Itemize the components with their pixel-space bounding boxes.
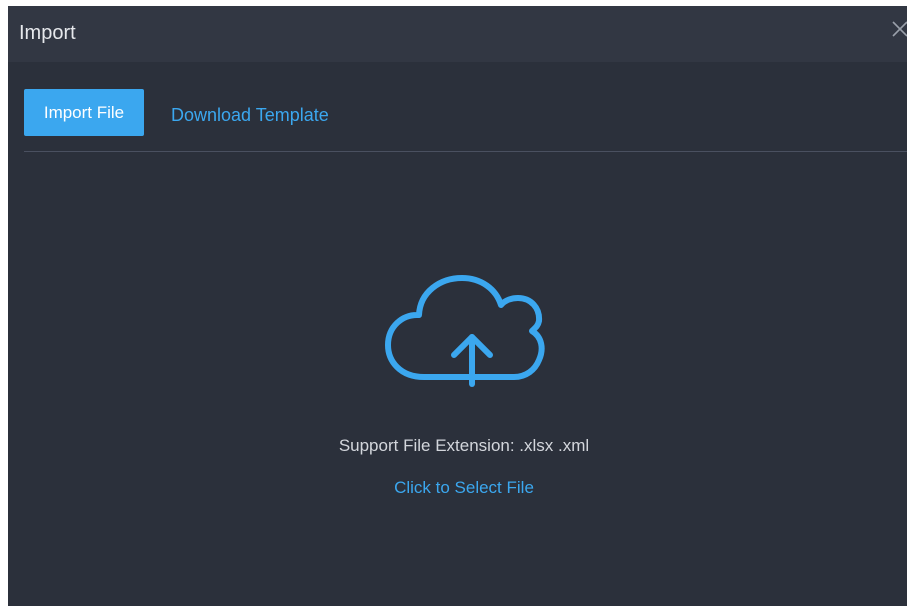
close-icon[interactable] xyxy=(889,18,907,40)
cloud-upload-icon[interactable] xyxy=(380,274,548,408)
toolbar-divider xyxy=(24,151,907,152)
dialog-title: Import xyxy=(19,22,76,44)
import-file-button[interactable]: Import File xyxy=(24,89,144,136)
select-file-link[interactable]: Click to Select File xyxy=(8,478,907,498)
import-dialog: Import Import File Download Template Sup… xyxy=(8,6,907,606)
download-template-link[interactable]: Download Template xyxy=(171,105,329,126)
support-extension-text: Support File Extension: .xlsx .xml xyxy=(338,436,590,455)
dialog-titlebar: Import xyxy=(8,6,907,62)
